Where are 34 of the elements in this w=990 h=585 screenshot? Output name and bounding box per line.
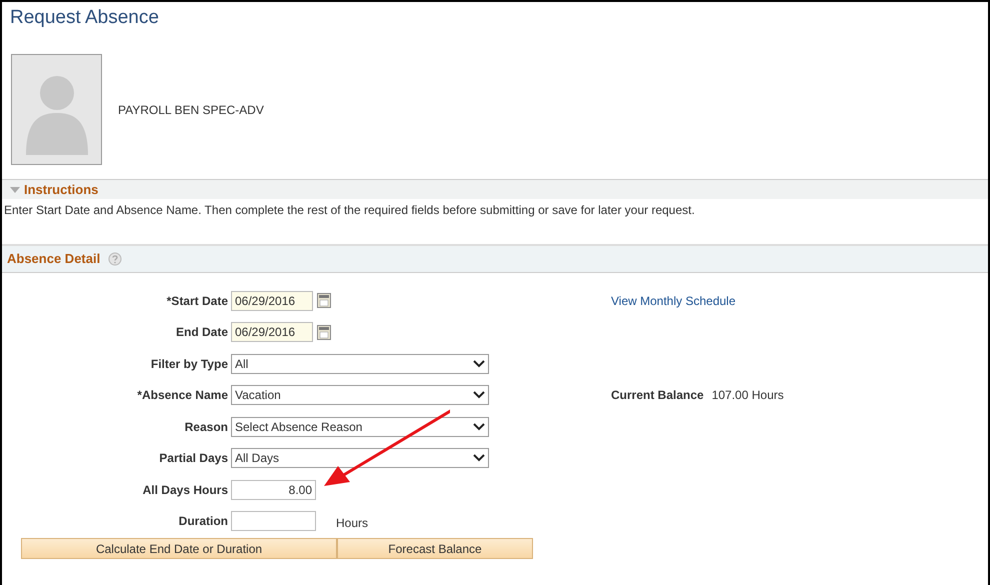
page-title: Request Absence xyxy=(9,6,160,30)
employee-name: PAYROLL BEN SPEC-ADV xyxy=(118,102,264,118)
dropdown[interactable]: All Days xyxy=(231,448,489,468)
field-label: Reason xyxy=(184,418,229,436)
dropdown[interactable]: All xyxy=(231,354,489,374)
field-label: *Start Date xyxy=(166,292,229,310)
balance-label: Current Balance xyxy=(611,387,704,404)
unit-label: Hours xyxy=(336,515,368,532)
field-label: Duration xyxy=(178,513,229,530)
field-label: Filter by Type xyxy=(150,356,229,373)
chevron-down-icon xyxy=(473,422,485,431)
chevron-down-icon xyxy=(473,454,485,462)
instructions-text: Enter Start Date and Absence Name. Then complete the rest of the required fields before submitting or save for later your request. xyxy=(3,202,696,219)
section-header[interactable]: Instructions xyxy=(2,179,988,199)
number-field[interactable] xyxy=(231,511,316,532)
date-field[interactable]: 06/29/2016 xyxy=(231,322,313,342)
number-field[interactable]: 8.00 xyxy=(231,480,316,500)
chevron-down-icon xyxy=(473,391,485,400)
section-title: Absence Detail xyxy=(7,250,100,268)
field-label: All Days Hours xyxy=(142,482,229,499)
field-label: End Date xyxy=(174,324,229,342)
chevron-down-icon xyxy=(473,360,485,368)
action-button[interactable]: Forecast Balance xyxy=(337,538,533,559)
view-schedule-link[interactable]: View Monthly Schedule xyxy=(611,292,736,310)
calendar-icon[interactable] xyxy=(317,293,331,308)
field-label: Partial Days xyxy=(158,450,229,468)
dropdown[interactable]: Vacation xyxy=(231,385,489,406)
calendar-icon[interactable] xyxy=(317,324,331,340)
dropdown[interactable]: Select Absence Reason xyxy=(231,416,489,437)
action-button[interactable]: Calculate End Date or Duration xyxy=(21,538,337,559)
balance-value: 107.00 Hours xyxy=(712,387,784,404)
date-field[interactable]: 06/29/2016 xyxy=(231,290,313,311)
section-title: Instructions xyxy=(24,180,98,199)
field-label: *Absence Name xyxy=(136,387,229,404)
